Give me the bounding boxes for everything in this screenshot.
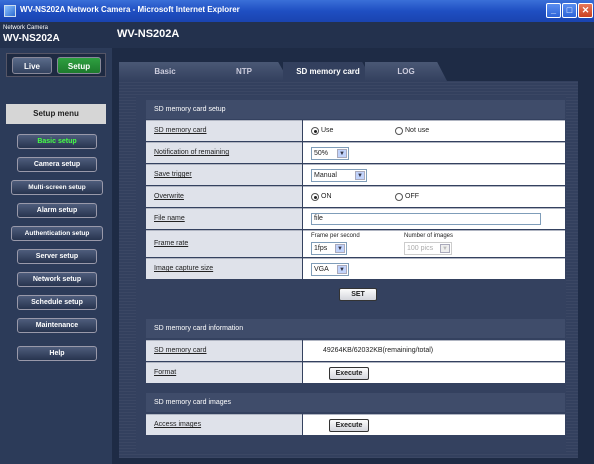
num-images-label: Number of images — [404, 233, 454, 239]
file-name-input[interactable]: file — [311, 213, 541, 225]
setup-button[interactable]: Setup — [57, 57, 101, 74]
tab-basic[interactable]: Basic — [119, 62, 211, 81]
fps-label: Frame per second — [311, 233, 360, 239]
fps-select[interactable]: 1fps ▼ — [311, 242, 347, 255]
row-overwrite: Overwrite ON OFF — [146, 186, 565, 207]
row-frame-rate: Frame rate Frame per second 1fps ▼ Number… — [146, 230, 565, 257]
row-notification: Notification of remaining 50% ▼ — [146, 142, 565, 163]
menu-server-setup[interactable]: Server setup — [17, 249, 97, 264]
sd-card-label[interactable]: SD memory card — [154, 127, 207, 134]
sd-setup-header: SD memory card setup — [146, 100, 565, 119]
row-capture-size: Image capture size VGA ▼ — [146, 258, 565, 279]
sd-capacity-value: 49264KB/62032KB(remaining/total) — [323, 347, 434, 354]
camera-header: Network Camera WV-NS202A WV-NS202A — [0, 22, 594, 48]
sd-info-card-label[interactable]: SD memory card — [154, 347, 207, 354]
notification-label[interactable]: Notification of remaining — [154, 149, 229, 156]
tab-log[interactable]: LOG — [365, 62, 447, 81]
window-title-bar: WV-NS202A Network Camera - Microsoft Int… — [0, 0, 594, 22]
chevron-down-icon[interactable]: ▼ — [335, 244, 345, 253]
chevron-down-icon: ▼ — [440, 244, 450, 253]
row-save-trigger: Save trigger Manual ▼ — [146, 164, 565, 185]
chevron-down-icon[interactable]: ▼ — [337, 265, 347, 274]
minimize-icon[interactable]: _ — [546, 3, 561, 18]
save-trigger-select[interactable]: Manual ▼ — [311, 169, 367, 182]
frame-rate-label[interactable]: Frame rate — [154, 240, 188, 247]
network-camera-label: Network Camera — [3, 25, 49, 31]
row-sd-memory-card: SD memory card Use Not use — [146, 120, 565, 141]
model-name-large: WV-NS202A — [117, 28, 180, 40]
tab-bar: Basic NTP SD memory card LOG — [119, 62, 578, 81]
row-file-name: File name file — [146, 208, 565, 229]
close-icon[interactable]: ✕ — [578, 3, 593, 18]
num-images-select: 100 pics ▼ — [404, 242, 452, 255]
sd-info-header: SD memory card information — [146, 319, 565, 338]
mode-switch: Live Setup — [6, 53, 106, 77]
capture-size-label[interactable]: Image capture size — [154, 265, 213, 272]
overwrite-label[interactable]: Overwrite — [154, 193, 184, 200]
maximize-icon[interactable]: □ — [562, 3, 577, 18]
menu-schedule-setup[interactable]: Schedule setup — [17, 295, 97, 310]
menu-help[interactable]: Help — [17, 346, 97, 361]
menu-alarm-setup[interactable]: Alarm setup — [17, 203, 97, 218]
tab-sd-memory-card[interactable]: SD memory card — [283, 62, 373, 81]
file-name-label[interactable]: File name — [154, 215, 185, 222]
menu-maintenance[interactable]: Maintenance — [17, 318, 97, 333]
format-execute-button[interactable]: Execute — [329, 367, 369, 380]
window-title: WV-NS202A Network Camera - Microsoft Int… — [20, 5, 240, 14]
menu-authentication-setup[interactable]: Authentication setup — [11, 226, 103, 241]
menu-camera-setup[interactable]: Camera setup — [17, 157, 97, 172]
chevron-down-icon[interactable]: ▼ — [355, 171, 365, 180]
row-sd-info: SD memory card 49264KB/62032KB(remaining… — [146, 340, 565, 361]
model-name-small: WV-NS202A — [3, 33, 60, 44]
browser-icon — [4, 5, 16, 17]
menu-multi-screen-setup[interactable]: Multi-screen setup — [11, 180, 103, 195]
menu-basic-setup[interactable]: Basic setup — [17, 134, 97, 149]
sd-images-header: SD memory card images — [146, 393, 565, 412]
access-images-execute-button[interactable]: Execute — [329, 419, 369, 432]
row-format: Format Execute — [146, 362, 565, 383]
row-access-images: Access images Execute — [146, 414, 565, 435]
set-button[interactable]: SET — [339, 288, 377, 301]
access-images-label[interactable]: Access images — [154, 421, 201, 428]
format-label[interactable]: Format — [154, 369, 176, 376]
menu-network-setup[interactable]: Network setup — [17, 272, 97, 287]
chevron-down-icon[interactable]: ▼ — [337, 149, 347, 158]
live-button[interactable]: Live — [12, 57, 52, 74]
notification-select[interactable]: 50% ▼ — [311, 147, 349, 160]
save-trigger-label[interactable]: Save trigger — [154, 171, 192, 178]
setup-menu-title: Setup menu — [6, 104, 106, 124]
capture-size-select[interactable]: VGA ▼ — [311, 263, 349, 276]
tab-ntp[interactable]: NTP — [199, 62, 289, 81]
